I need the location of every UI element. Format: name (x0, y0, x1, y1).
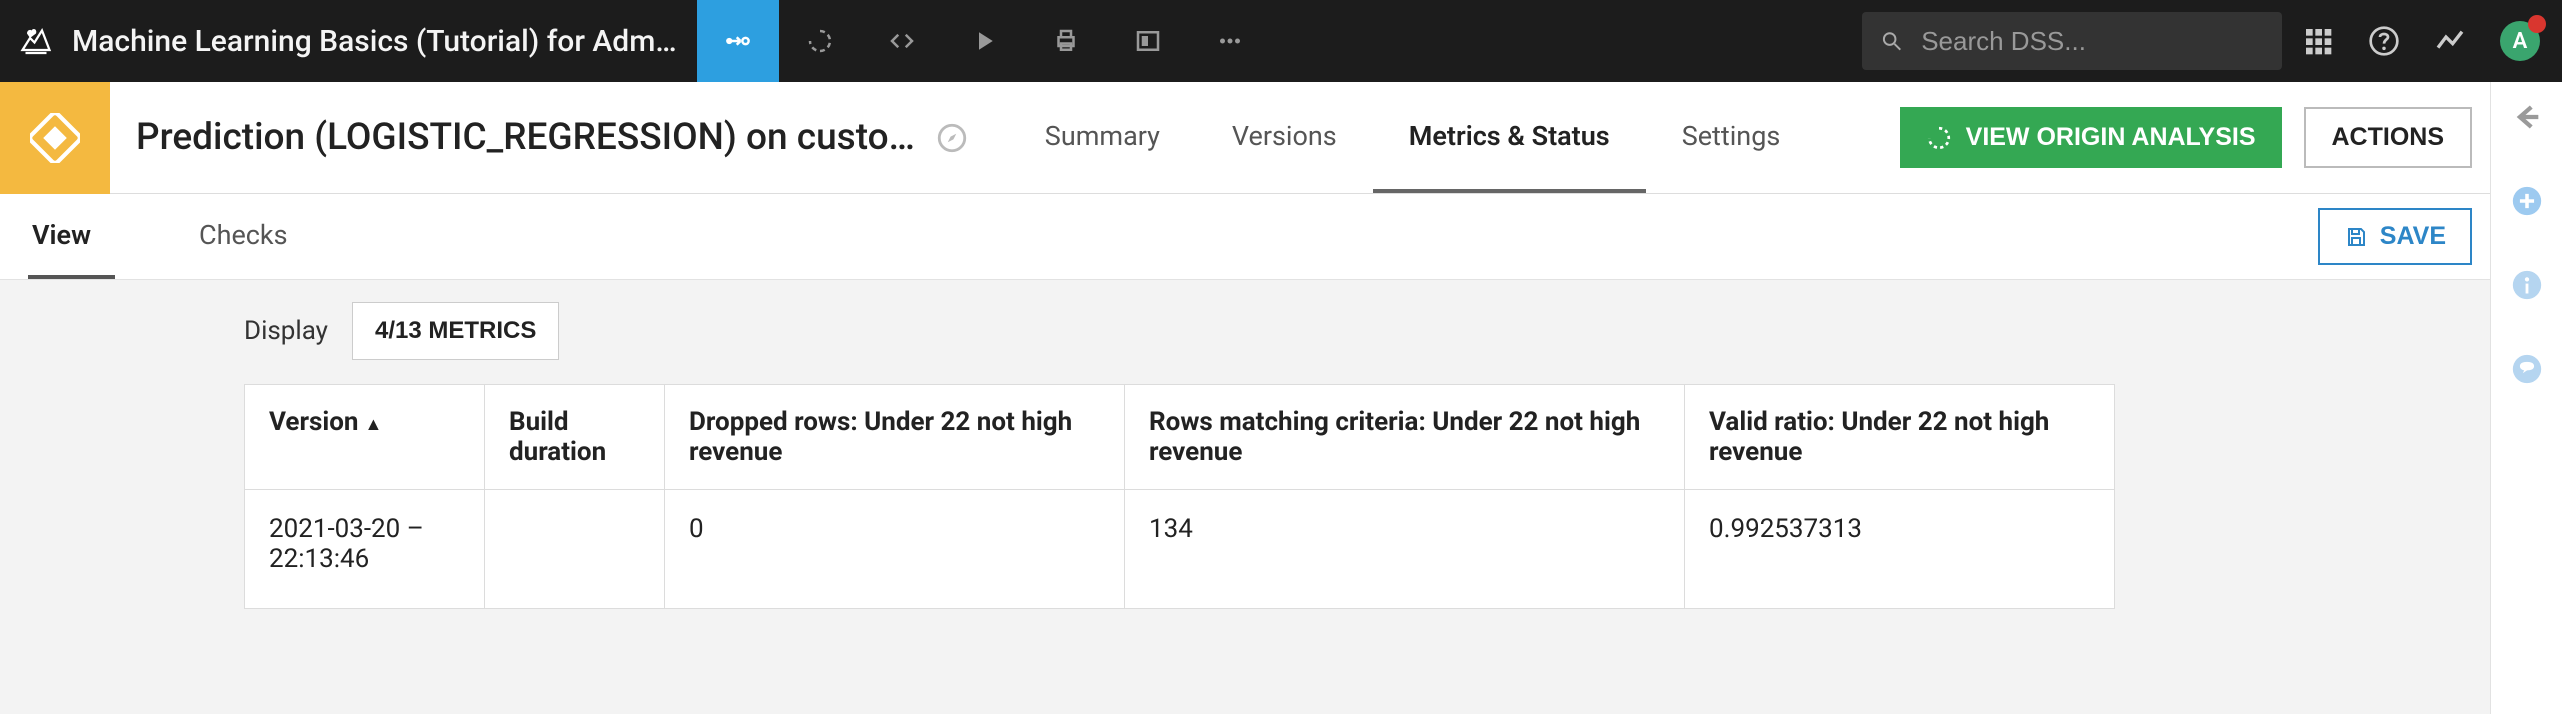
rail-chat-button[interactable] (2510, 352, 2544, 390)
search-box[interactable] (1862, 12, 2282, 70)
sort-asc-icon: ▲ (364, 414, 382, 435)
object-tabs: Summary Versions Metrics & Status Settin… (1009, 82, 1817, 193)
col-valid[interactable]: Valid ratio: Under 22 not high revenue (1685, 385, 2115, 490)
object-bar: Prediction (LOGISTIC_REGRESSION) on cust… (0, 82, 2562, 194)
col-version-label: Version (269, 407, 358, 437)
bird-icon (18, 23, 54, 59)
app-logo[interactable] (0, 0, 72, 82)
rail-add-button[interactable] (2510, 184, 2544, 222)
col-build-duration[interactable]: Build duration (485, 385, 665, 490)
table-row[interactable]: 2021-03-20 – 22:13:46 0 134 0.992537313 (245, 490, 2115, 609)
code-icon (887, 26, 917, 56)
object-title[interactable]: Prediction (LOGISTIC_REGRESSION) on cust… (136, 116, 915, 159)
arrow-left-icon (2510, 100, 2544, 134)
subtab-view[interactable]: View (28, 194, 115, 279)
recipe-tool-button[interactable] (779, 0, 861, 82)
code-tool-button[interactable] (861, 0, 943, 82)
display-row: Display 4/13 METRICS (244, 302, 2562, 360)
sub-bar: View Checks SAVE (0, 194, 2562, 280)
play-icon (969, 26, 999, 56)
user-avatar[interactable]: A (2500, 21, 2540, 61)
apps-icon (2302, 25, 2334, 57)
apps-button[interactable] (2302, 25, 2334, 57)
display-label: Display (244, 316, 328, 346)
cell-build-duration (485, 490, 665, 609)
run-tool-button[interactable] (943, 0, 1025, 82)
plus-circle-icon (2510, 184, 2544, 218)
rail-back-button[interactable] (2510, 100, 2544, 138)
actions-button[interactable]: ACTIONS (2304, 107, 2473, 168)
print-tool-button[interactable] (1025, 0, 1107, 82)
save-button[interactable]: SAVE (2318, 208, 2472, 265)
tab-summary[interactable]: Summary (1009, 82, 1196, 193)
cycle-icon (805, 26, 835, 56)
dashboard-icon (1133, 26, 1163, 56)
search-input[interactable] (1921, 26, 2264, 57)
top-right-icons: A (2302, 21, 2540, 61)
flow-tool-button[interactable] (697, 0, 779, 82)
help-icon (2368, 25, 2400, 57)
col-version[interactable]: Version ▲ (245, 385, 485, 490)
info-circle-icon (2510, 268, 2544, 302)
compass-icon (935, 121, 969, 155)
cell-matching: 134 (1125, 490, 1685, 609)
save-icon (2344, 225, 2368, 249)
origin-icon (1926, 125, 1952, 151)
project-title[interactable]: Machine Learning Basics (Tutorial) for A… (72, 24, 677, 59)
ellipsis-icon (1215, 26, 1245, 56)
top-tools (697, 0, 1271, 82)
search-icon (1880, 28, 1903, 54)
view-origin-label: VIEW ORIGIN ANALYSIS (1966, 123, 2256, 152)
tab-settings[interactable]: Settings (1646, 82, 1817, 193)
right-rail (2490, 82, 2562, 714)
metrics-content: Display 4/13 METRICS Version ▲ Build dura… (0, 280, 2562, 714)
cell-version: 2021-03-20 – 22:13:46 (245, 490, 485, 609)
avatar-initial: A (2513, 29, 2528, 54)
tab-metrics-status[interactable]: Metrics & Status (1373, 82, 1646, 193)
cell-dropped: 0 (665, 490, 1125, 609)
object-actions: VIEW ORIGIN ANALYSIS ACTIONS (1900, 107, 2562, 168)
view-origin-analysis-button[interactable]: VIEW ORIGIN ANALYSIS (1900, 107, 2282, 168)
tab-versions[interactable]: Versions (1196, 82, 1373, 193)
activity-button[interactable] (2434, 25, 2466, 57)
col-dropped[interactable]: Dropped rows: Under 22 not high revenue (665, 385, 1125, 490)
notification-dot (2528, 15, 2546, 33)
more-tool-button[interactable] (1189, 0, 1271, 82)
col-matching[interactable]: Rows matching criteria: Under 22 not hig… (1125, 385, 1685, 490)
print-icon (1051, 26, 1081, 56)
help-button[interactable] (2368, 25, 2400, 57)
top-bar: Machine Learning Basics (Tutorial) for A… (0, 0, 2562, 82)
model-icon-tile[interactable] (0, 82, 110, 194)
subtab-checks[interactable]: Checks (175, 194, 312, 279)
activity-icon (2434, 25, 2466, 57)
navigate-button[interactable] (935, 121, 969, 155)
metrics-table: Version ▲ Build duration Dropped rows: Un… (244, 384, 2115, 609)
metrics-selector-button[interactable]: 4/13 METRICS (352, 302, 559, 360)
chat-circle-icon (2510, 352, 2544, 386)
cell-valid: 0.992537313 (1685, 490, 2115, 609)
dashboard-tool-button[interactable] (1107, 0, 1189, 82)
flow-icon (723, 26, 753, 56)
model-icon (30, 113, 80, 163)
table-header-row: Version ▲ Build duration Dropped rows: Un… (245, 385, 2115, 490)
rail-info-button[interactable] (2510, 268, 2544, 306)
save-label: SAVE (2380, 222, 2446, 251)
